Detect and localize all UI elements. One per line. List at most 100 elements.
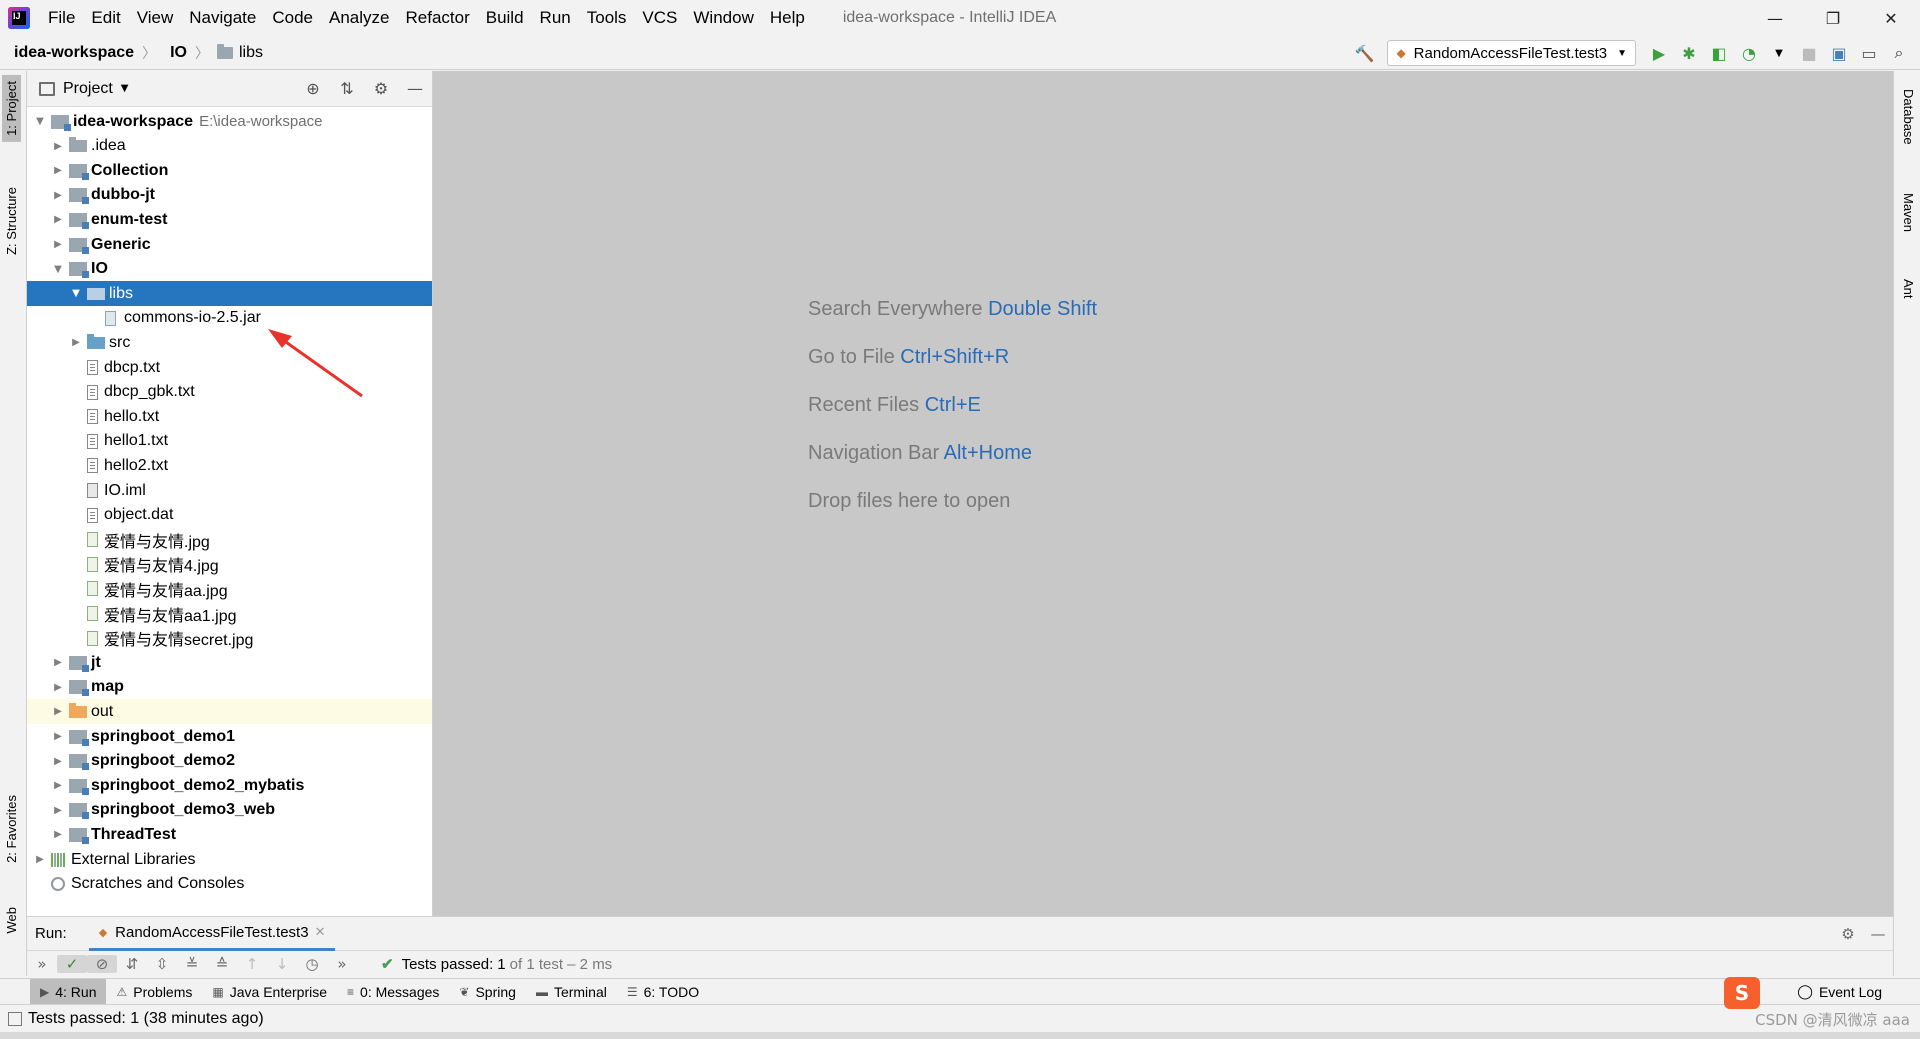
tree-node[interactable]: ▶ src: [27, 330, 432, 355]
expanded-arrow-icon[interactable]: ▼: [33, 116, 47, 127]
tool-tab-terminal[interactable]: ▬ Terminal: [526, 979, 617, 1005]
history-icon[interactable]: ◷: [297, 955, 327, 973]
collapsed-arrow-icon[interactable]: ▶: [51, 239, 65, 250]
run-tab[interactable]: ◆ RandomAccessFileTest.test3 ✕: [88, 917, 336, 951]
tab-project[interactable]: 1: Project: [2, 75, 21, 142]
tool-tab-0-messages[interactable]: ≡ 0: Messages: [337, 979, 449, 1005]
tree-node[interactable]: IO.iml: [27, 478, 432, 503]
tab-structure[interactable]: Z: Structure: [2, 181, 21, 261]
run-icon[interactable]: ▶: [1644, 38, 1674, 68]
gear-icon[interactable]: ⚙: [1833, 925, 1863, 943]
tool-tab-java-enterprise[interactable]: ▦ Java Enterprise: [202, 979, 337, 1005]
collapsed-arrow-icon[interactable]: ▶: [51, 141, 65, 152]
collapsed-arrow-icon[interactable]: ▶: [51, 829, 65, 840]
editor-empty-area[interactable]: Search Everywhere Double Shift Go to File…: [268, 71, 1893, 916]
menu-window[interactable]: Window: [685, 0, 761, 36]
tree-node[interactable]: ▼ libs: [27, 281, 432, 307]
next-failed-icon[interactable]: ↓: [267, 955, 297, 973]
tree-node[interactable]: ▶ jt: [27, 650, 432, 675]
project-panel-title[interactable]: Project: [63, 80, 113, 98]
collapsed-arrow-icon[interactable]: ▶: [51, 657, 65, 668]
debug-icon[interactable]: ✱: [1674, 38, 1704, 68]
tree-node[interactable]: ▼ idea-workspace E:\idea-workspace: [27, 109, 432, 134]
expanded-arrow-icon[interactable]: ▼: [69, 288, 83, 299]
ime-logo-icon[interactable]: S: [1724, 977, 1760, 1009]
prev-failed-icon[interactable]: ↑: [237, 955, 267, 973]
tree-node[interactable]: ▶ map: [27, 675, 432, 700]
tree-node[interactable]: object.dat: [27, 503, 432, 528]
tree-node[interactable]: ▶ dubbo-jt: [27, 183, 432, 208]
collapsed-arrow-icon[interactable]: ▶: [51, 756, 65, 767]
tree-node[interactable]: hello1.txt: [27, 429, 432, 454]
chevron-down-icon[interactable]: ▼: [1764, 38, 1794, 68]
menu-refactor[interactable]: Refactor: [397, 0, 477, 36]
event-log-button[interactable]: ◯ Event Log: [1797, 983, 1882, 1000]
collapsed-arrow-icon[interactable]: ▶: [51, 190, 65, 201]
breadcrumb-module[interactable]: IO: [170, 44, 187, 62]
tree-node[interactable]: ▶ External Libraries: [27, 847, 432, 872]
build-hammer-icon[interactable]: 🔨: [1349, 38, 1379, 68]
show-ignored-icon[interactable]: ⊘: [87, 955, 117, 973]
collapsed-arrow-icon[interactable]: ▶: [51, 731, 65, 742]
collapsed-arrow-icon[interactable]: ▶: [33, 854, 47, 865]
minimize-button[interactable]: —: [1746, 0, 1804, 36]
toggle-tool-windows-icon[interactable]: [8, 1011, 22, 1026]
collapsed-arrow-icon[interactable]: ▶: [51, 214, 65, 225]
double-chevron-icon[interactable]: »: [27, 955, 57, 973]
tree-node[interactable]: ▶ out: [27, 699, 432, 725]
breadcrumb-project[interactable]: idea-workspace: [14, 44, 134, 62]
menu-file[interactable]: File: [40, 0, 83, 36]
tree-node[interactable]: dbcp.txt: [27, 355, 432, 380]
project-structure-icon[interactable]: ▣: [1824, 38, 1854, 68]
stop-icon[interactable]: ■: [1794, 38, 1824, 68]
intellij-logo-icon[interactable]: IJ: [8, 7, 30, 29]
tab-database[interactable]: Database: [1899, 85, 1918, 149]
menu-edit[interactable]: Edit: [83, 0, 128, 36]
tree-node[interactable]: dbcp_gbk.txt: [27, 380, 432, 405]
chevron-down-icon[interactable]: ▼: [121, 83, 129, 94]
close-button[interactable]: ✕: [1862, 0, 1920, 36]
show-passed-icon[interactable]: ✓: [57, 955, 87, 973]
expanded-arrow-icon[interactable]: ▼: [51, 264, 65, 275]
collapsed-arrow-icon[interactable]: ▶: [51, 682, 65, 693]
run-config-selector[interactable]: ◆ RandomAccessFileTest.test3 ▼: [1387, 40, 1636, 66]
collapsed-arrow-icon[interactable]: ▶: [51, 805, 65, 816]
tree-node[interactable]: ▶ springboot_demo2: [27, 749, 432, 774]
tree-node[interactable]: ▶ enum-test: [27, 207, 432, 232]
tab-maven[interactable]: Maven: [1899, 189, 1918, 236]
menu-analyze[interactable]: Analyze: [321, 0, 397, 36]
collapse-all-icon[interactable]: ⇅: [330, 79, 364, 98]
tool-tab-4-run[interactable]: ▶ 4: Run: [30, 978, 107, 1005]
tree-node[interactable]: 爱情与友情aa1.jpg: [27, 601, 432, 626]
collapsed-arrow-icon[interactable]: ▶: [51, 165, 65, 176]
tab-ant[interactable]: Ant: [1899, 275, 1918, 303]
collapse-all-icon[interactable]: ≙: [207, 955, 237, 973]
maximize-button[interactable]: ❐: [1804, 0, 1862, 36]
tool-tab-problems[interactable]: ⚠ Problems: [106, 979, 202, 1005]
hide-icon[interactable]: —: [398, 79, 432, 98]
tree-node[interactable]: ▶ Collection: [27, 158, 432, 183]
menu-view[interactable]: View: [129, 0, 182, 36]
tree-node[interactable]: hello2.txt: [27, 453, 432, 478]
profile-icon[interactable]: ◔: [1734, 38, 1764, 68]
coverage-icon[interactable]: ◧: [1704, 38, 1734, 68]
tree-node[interactable]: Scratches and Consoles: [27, 872, 432, 897]
tree-node[interactable]: 爱情与友情aa.jpg: [27, 576, 432, 601]
locate-icon[interactable]: ⊕: [296, 79, 330, 98]
tree-node[interactable]: ▶ springboot_demo1: [27, 724, 432, 749]
collapsed-arrow-icon[interactable]: ▶: [51, 706, 65, 717]
tree-node[interactable]: commons-io-2.5.jar: [27, 306, 432, 331]
tree-node[interactable]: ▶ springboot_demo2_mybatis: [27, 773, 432, 798]
tree-node[interactable]: 爱情与友情4.jpg: [27, 552, 432, 577]
tree-node[interactable]: ▼ IO: [27, 257, 432, 282]
menu-code[interactable]: Code: [264, 0, 321, 36]
tab-favorites[interactable]: 2: Favorites: [2, 789, 21, 869]
double-chevron-icon[interactable]: »: [327, 955, 357, 973]
tree-node[interactable]: ▶ .idea: [27, 134, 432, 159]
tree-node[interactable]: hello.txt: [27, 404, 432, 429]
tree-node[interactable]: ▶ Generic: [27, 232, 432, 257]
menu-help[interactable]: Help: [762, 0, 813, 36]
collapsed-arrow-icon[interactable]: ▶: [69, 337, 83, 348]
hide-icon[interactable]: —: [1863, 925, 1893, 943]
tree-node[interactable]: ▶ ThreadTest: [27, 822, 432, 847]
